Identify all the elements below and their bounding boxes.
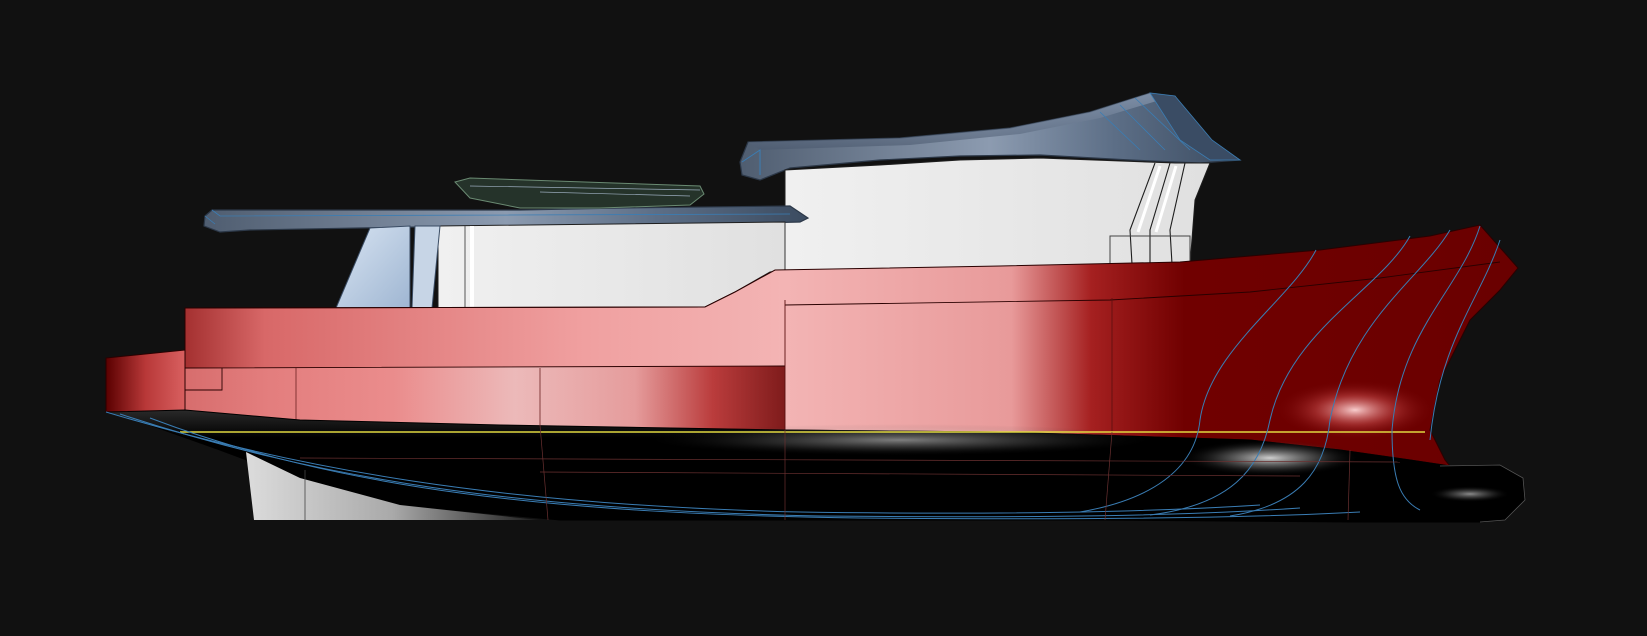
yacht-render <box>105 92 1526 523</box>
upper-saloon-glass <box>784 157 1211 273</box>
viewport <box>0 0 1647 636</box>
aft-side-window <box>335 225 441 309</box>
tender-boat <box>454 177 705 209</box>
